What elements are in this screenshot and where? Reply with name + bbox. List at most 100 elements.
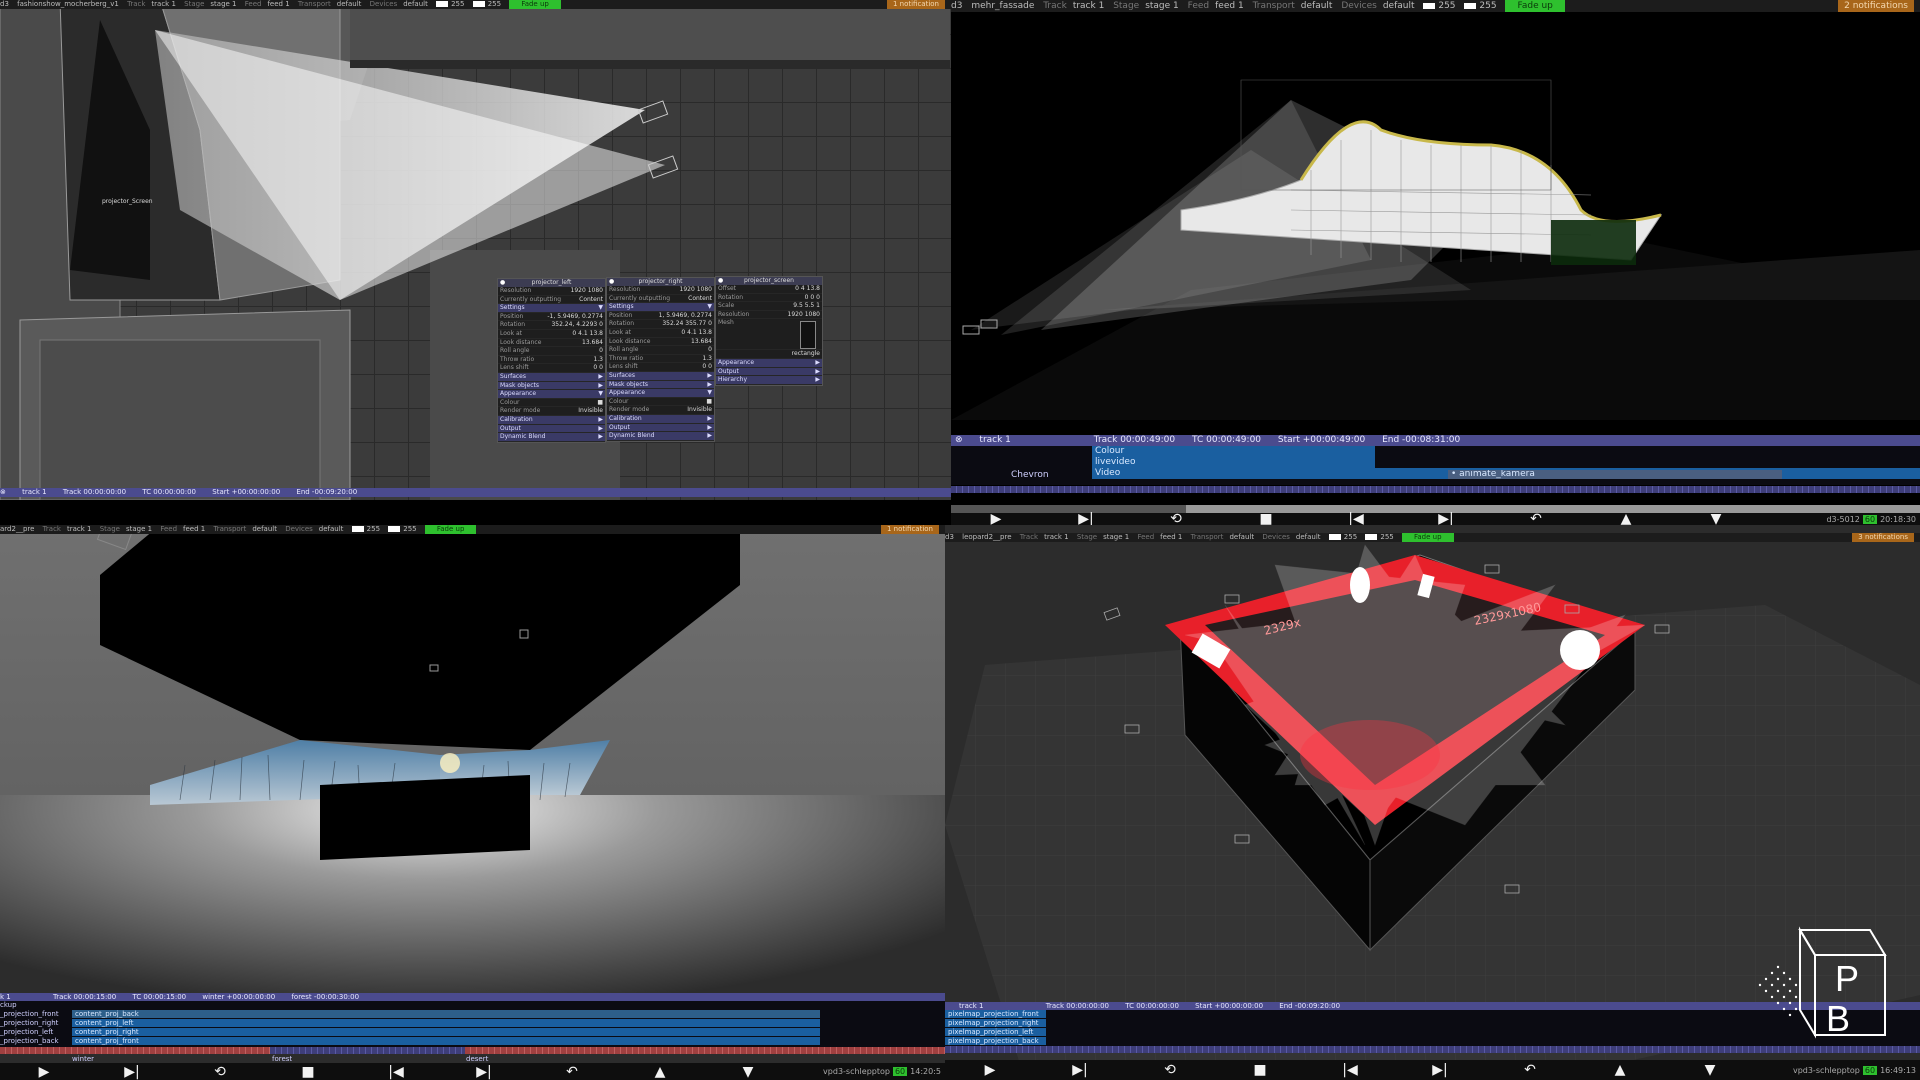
layer-colour[interactable]: Colour: [1092, 446, 1375, 457]
brightness-swatch[interactable]: [351, 526, 364, 532]
devices-value[interactable]: default: [319, 525, 344, 533]
play-icon[interactable]: ▶: [0, 1064, 88, 1080]
play-icon[interactable]: ▶: [945, 1062, 1035, 1078]
layer-content-proj-left[interactable]: content_proj_left: [72, 1019, 820, 1027]
volume-swatch[interactable]: [1365, 534, 1378, 540]
timeline-header[interactable]: ⊗ track 1 Track 00:00:49:00 TC 00:00:49:…: [951, 435, 1920, 446]
devices-value[interactable]: default: [403, 0, 428, 8]
resolution-width[interactable]: 1920: [680, 286, 695, 293]
dynamic-blend-section[interactable]: Dynamic Blend ▶: [607, 432, 714, 441]
stop-icon[interactable]: ■: [1221, 511, 1311, 525]
volume-swatch[interactable]: [388, 526, 401, 532]
play-icon[interactable]: ▶: [951, 511, 1041, 525]
notifications-badge[interactable]: 1 notification: [886, 0, 945, 9]
track-value[interactable]: track 1: [151, 0, 176, 8]
marker-label[interactable]: desert: [466, 1055, 488, 1063]
surfaces-section[interactable]: Surfaces ▶: [498, 372, 605, 382]
settings-section[interactable]: Settings ▼: [498, 304, 605, 313]
output-section[interactable]: Output ▶: [498, 424, 605, 434]
viewport-seasons-stage[interactable]: ard2__pre Track track 1 Stage stage 1 Feed…: [0, 525, 945, 1080]
layer-pixelmap-left[interactable]: pixelmap_projection_left: [945, 1028, 1046, 1036]
section-strip-desert[interactable]: [465, 1047, 945, 1054]
transport-value[interactable]: default: [337, 0, 362, 8]
skip-forward-icon[interactable]: ▶|: [440, 1064, 528, 1080]
volume-value[interactable]: 255: [488, 0, 501, 8]
skip-back-icon[interactable]: |◀: [1311, 511, 1401, 525]
close-icon[interactable]: ●: [718, 277, 723, 285]
fade-up-button[interactable]: Fade up: [509, 0, 561, 9]
play-to-end-icon[interactable]: ▶|: [88, 1064, 176, 1080]
appearance-section[interactable]: Appearance ▼: [607, 389, 714, 398]
marker-label[interactable]: winter: [72, 1055, 94, 1063]
notifications-badge[interactable]: 3 notifications: [1852, 533, 1914, 542]
feed-value[interactable]: feed 1: [1160, 533, 1182, 541]
up-icon[interactable]: ▲: [1581, 511, 1671, 525]
render-mode-value[interactable]: Invisible: [578, 407, 603, 415]
down-icon[interactable]: ▼: [704, 1064, 792, 1080]
track-value[interactable]: track 1: [67, 525, 92, 533]
mask-objects-section[interactable]: Mask objects ▶: [607, 380, 714, 390]
project-name[interactable]: fashionshow_mocherberg_v1: [17, 0, 119, 8]
devices-value[interactable]: default: [1296, 533, 1321, 541]
colour-swatch[interactable]: ■: [706, 398, 712, 406]
resolution-height[interactable]: 1080: [588, 287, 603, 294]
skip-forward-icon[interactable]: ▶|: [1395, 1062, 1485, 1078]
settings-section[interactable]: Settings ▼: [607, 303, 714, 312]
brightness-swatch[interactable]: [436, 1, 449, 7]
return-icon[interactable]: ↶: [1491, 511, 1581, 525]
close-icon[interactable]: ⊗: [955, 435, 963, 445]
timeline-header[interactable]: ⊗ track 1 Track 00:00:00:00 TC 00:00:00:…: [0, 488, 951, 497]
volume-swatch[interactable]: [472, 1, 485, 7]
stage-visualiser-view[interactable]: [0, 0, 951, 500]
clip-animate-kamera[interactable]: • animate_kamera: [1448, 470, 1782, 479]
transport-value[interactable]: default: [252, 525, 277, 533]
resolution-height[interactable]: 1080: [697, 286, 712, 293]
hierarchy-section[interactable]: Hierarchy ▶: [716, 376, 822, 385]
dynamic-blend-section[interactable]: Dynamic Blend ▶: [498, 433, 605, 442]
section-strip-forest[interactable]: [270, 1047, 465, 1054]
layer-pixelmap-right[interactable]: pixelmap_projection_right: [945, 1019, 1046, 1027]
projector-left-panel[interactable]: ● projector_left Resolution 1920 1080 Curr…: [497, 278, 606, 443]
feed-value[interactable]: feed 1: [1215, 1, 1244, 11]
feed-value[interactable]: feed 1: [267, 0, 289, 8]
down-icon[interactable]: ▼: [1665, 1062, 1755, 1078]
roll-angle-value[interactable]: 0: [599, 347, 603, 355]
brightness-value[interactable]: 255: [1344, 533, 1357, 541]
calibration-section[interactable]: Calibration ▶: [607, 414, 714, 424]
track-value[interactable]: track 1: [1073, 1, 1105, 11]
position-value[interactable]: 1, 5.9469, 0.2774: [659, 312, 712, 320]
up-icon[interactable]: ▲: [616, 1064, 704, 1080]
timeline-strip[interactable]: [951, 486, 1920, 493]
loop-icon[interactable]: ⟲: [176, 1064, 264, 1080]
layer-content-proj-back[interactable]: content_proj_back: [72, 1010, 820, 1018]
timeline-header[interactable]: k 1 Track 00:00:15:00 TC 00:00:15:00 win…: [0, 993, 945, 1001]
brightness-value[interactable]: 255: [1438, 1, 1455, 11]
notifications-badge[interactable]: 2 notifications: [1838, 0, 1914, 12]
output-section[interactable]: Output ▶: [607, 423, 714, 433]
colour-swatch[interactable]: ■: [597, 399, 603, 407]
stage-value[interactable]: stage 1: [210, 0, 236, 8]
close-icon[interactable]: ⊗: [0, 488, 6, 496]
rotation-value[interactable]: 352.24, 4.2293: [551, 321, 597, 328]
project-name[interactable]: ard2__pre: [0, 525, 34, 533]
volume-value[interactable]: 255: [1479, 1, 1496, 11]
loop-icon[interactable]: ⟲: [1125, 1062, 1215, 1078]
viewport-facade[interactable]: d3 mehr_fassade Track track 1 Stage stage …: [951, 0, 1920, 525]
layer-livevideo[interactable]: livevideo: [1092, 457, 1375, 468]
loop-icon[interactable]: ⟲: [1131, 511, 1221, 525]
return-icon[interactable]: ↶: [528, 1064, 616, 1080]
brightness-swatch[interactable]: [1423, 2, 1436, 9]
play-to-end-icon[interactable]: ▶|: [1041, 511, 1131, 525]
up-icon[interactable]: ▲: [1575, 1062, 1665, 1078]
resolution-width[interactable]: 1920: [571, 287, 586, 294]
fade-up-button[interactable]: Fade up: [1505, 0, 1565, 12]
project-name[interactable]: mehr_fassade: [971, 1, 1034, 11]
brightness-swatch[interactable]: [1328, 534, 1341, 540]
notifications-badge[interactable]: 1 notification: [880, 525, 939, 534]
devices-value[interactable]: default: [1383, 1, 1415, 11]
down-icon[interactable]: ▼: [1671, 511, 1761, 525]
mesh-preview[interactable]: [800, 321, 816, 350]
skip-back-icon[interactable]: |◀: [1305, 1062, 1395, 1078]
track-value[interactable]: track 1: [1044, 533, 1069, 541]
close-icon[interactable]: ●: [609, 278, 614, 286]
